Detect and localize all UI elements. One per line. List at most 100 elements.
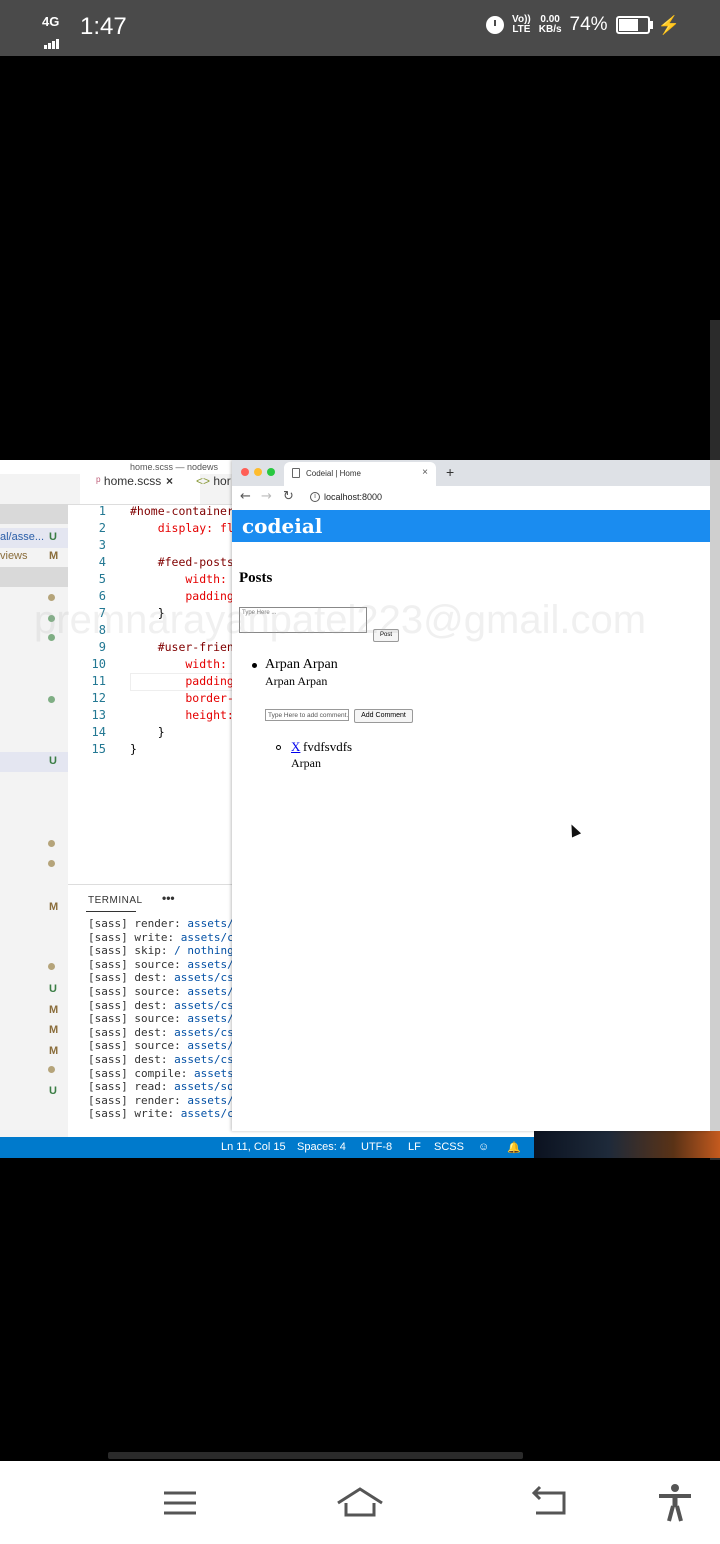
minimize-window-button[interactable] [254, 468, 262, 476]
explorer-row[interactable]: U [0, 752, 68, 772]
encoding[interactable]: UTF-8 [361, 1141, 392, 1153]
explorer-row[interactable] [0, 504, 68, 524]
comment-input[interactable]: Type Here to add comment... [265, 709, 349, 721]
post-content: Arpan Arpan [265, 657, 338, 672]
editor-window-title: home.scss — nodews [130, 462, 219, 472]
cursor-position[interactable]: Ln 11, Col 15 [221, 1141, 286, 1153]
bell-icon[interactable]: 🔔 [507, 1141, 521, 1154]
code-line: #home-container [130, 504, 234, 518]
close-tab-icon[interactable]: × [422, 467, 428, 478]
browser-window: Codeial | Home × + ← → ↻ i localhost:800… [232, 460, 720, 1131]
modified-dot [48, 1066, 55, 1073]
page-icon [292, 468, 300, 478]
terminal-panel[interactable]: TERMINAL ••• [sass] render: assets/[sass… [68, 884, 234, 1158]
explorer-row[interactable] [0, 567, 68, 587]
indentation[interactable]: Spaces: 4 [297, 1141, 346, 1153]
site-header: codeial [232, 510, 720, 542]
alarm-icon [486, 16, 505, 34]
line-number: 13 [91, 708, 106, 722]
terminal-line: [sass] dest: assets/cs [88, 998, 234, 1012]
more-icon[interactable]: ••• [162, 891, 175, 905]
code-line: border- [130, 691, 234, 705]
feedback-icon[interactable]: ☺ [478, 1141, 489, 1153]
line-number: 12 [91, 691, 106, 705]
desktop-wallpaper [534, 1131, 720, 1158]
back-icon[interactable]: ← [240, 489, 251, 504]
code-line: width: [130, 572, 234, 586]
explorer-row[interactable]: views M [0, 547, 68, 567]
code-line: } [130, 725, 165, 739]
line-number: 3 [98, 538, 106, 552]
browser-scrollbar[interactable] [710, 460, 720, 1131]
close-window-button[interactable] [241, 468, 249, 476]
code-line: width: [130, 657, 234, 671]
code-file-icon: <> [196, 474, 211, 488]
network-type: 4G [42, 14, 60, 29]
modified-dot [48, 963, 55, 970]
explorer-row[interactable]: U [0, 980, 68, 1000]
add-comment-button[interactable]: Add Comment [354, 709, 413, 723]
zoom-window-button[interactable] [267, 468, 275, 476]
browser-tab-strip: Codeial | Home × + [232, 460, 710, 486]
terminal-line: [sass] write: assets/c [88, 1107, 234, 1121]
terminal-line: [sass] source: assets/ [88, 957, 234, 971]
line-number: 1 [98, 504, 106, 518]
terminal-line: [sass] source: assets/ [88, 1039, 234, 1053]
new-tab-button[interactable]: + [446, 464, 454, 480]
code-editor: home.scss — nodews ᵖ home.scss × <> hor … [0, 460, 234, 1158]
home-icon[interactable] [336, 1483, 384, 1523]
battery-icon [615, 16, 653, 34]
modified-dot [48, 840, 55, 847]
terminal-line: [sass] dest: assets/cs [88, 971, 234, 985]
back-icon[interactable] [530, 1483, 570, 1523]
site-logo[interactable]: codeial [242, 514, 322, 538]
browser-toolbar: ← → ↻ i localhost:8000 [232, 486, 710, 511]
code-line: height: [130, 708, 234, 722]
accessibility-icon[interactable] [655, 1483, 695, 1523]
reload-icon[interactable]: ↻ [283, 489, 294, 504]
terminal-line: [sass] source: assets/ [88, 1012, 234, 1026]
tab-terminal[interactable]: TERMINAL [86, 895, 143, 912]
terminal-line: [sass] dest: assets/cs [88, 1053, 234, 1066]
line-number: 15 [91, 742, 106, 756]
forward-icon[interactable]: → [261, 489, 272, 504]
list-bullet [252, 663, 257, 668]
line-number: 4 [98, 555, 106, 569]
untracked-dot [48, 696, 55, 703]
explorer-row[interactable]: al/asse... U [0, 528, 68, 548]
post-author: Arpan Arpan [265, 674, 328, 688]
line-number: 2 [98, 521, 106, 535]
terminal-line: [sass] compile: assets [88, 1066, 234, 1080]
line-ending[interactable]: LF [408, 1141, 421, 1153]
clock: 1:47 [80, 13, 127, 40]
watermark: premnarayanpatel223@gmail.com [34, 598, 647, 642]
explorer-row[interactable]: M [0, 1001, 68, 1021]
address-bar[interactable]: localhost:8000 [324, 492, 382, 502]
terminal-line: [sass] read: assets/so [88, 1080, 234, 1094]
android-status-bar: 4G 1:47 Vo)) LTE 0.00 KB/s 74% ⚡ [0, 0, 720, 56]
comment-author: Arpan [291, 756, 321, 770]
delete-comment-link[interactable]: X [291, 739, 300, 755]
video-progress-bar[interactable] [108, 1452, 523, 1459]
explorer-row[interactable]: U [0, 1082, 68, 1102]
editor-tabs: ᵖ home.scss × <> hor [0, 474, 232, 505]
language-mode[interactable]: SCSS [434, 1141, 464, 1153]
terminal-line: [sass] dest: assets/cs [88, 1025, 234, 1039]
terminal-line: [sass] write: assets/c [88, 930, 234, 944]
editor-status-bar: Ln 11, Col 15 Spaces: 4 UTF-8 LF SCSS ☺ … [0, 1137, 534, 1158]
explorer-row[interactable]: M [0, 898, 68, 918]
tab-home-scss[interactable]: ᵖ home.scss × [80, 474, 200, 504]
info-icon[interactable]: i [310, 492, 320, 502]
browser-tab[interactable]: Codeial | Home × [284, 462, 436, 486]
signal-icon [44, 30, 60, 49]
battery-percent: 74% [569, 14, 608, 35]
menu-icon[interactable] [160, 1483, 200, 1523]
close-tab-icon[interactable]: × [166, 474, 173, 488]
explorer-row[interactable]: M [0, 1042, 68, 1062]
terminal-line: [sass] skip: / nothing [88, 944, 234, 958]
tab-home-ejs[interactable]: <> hor [190, 474, 238, 504]
code-line: display: fl [130, 521, 234, 535]
sass-file-icon: ᵖ [96, 474, 101, 488]
video-frame: home.scss — nodews ᵖ home.scss × <> hor … [0, 460, 720, 1158]
explorer-row[interactable]: M [0, 1021, 68, 1041]
